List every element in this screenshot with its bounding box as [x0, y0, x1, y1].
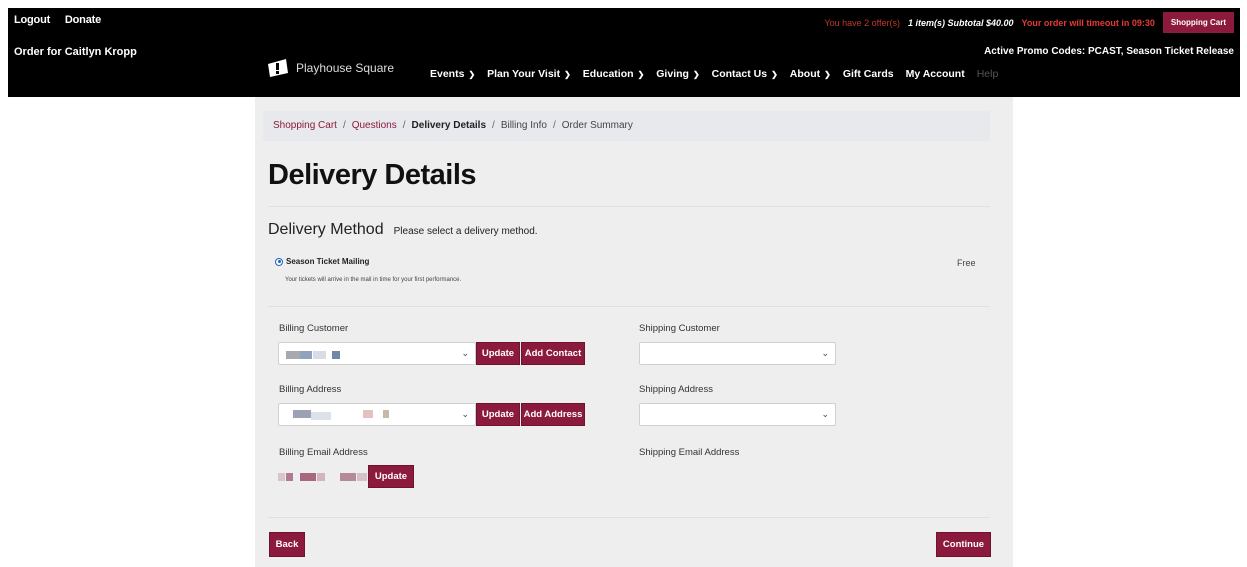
update-billing-email-button[interactable]: Update — [368, 465, 414, 488]
delivery-method-title: Delivery Method — [268, 221, 384, 238]
utility-links: Logout Donate — [14, 14, 113, 26]
cart-subtotal: 1 item(s) Subtotal $40.00 — [907, 17, 1014, 28]
brand-name: Playhouse Square — [296, 61, 395, 75]
breadcrumb-separator: / — [342, 120, 346, 131]
nav-contact-label: Contact Us — [711, 68, 768, 80]
chevron-down-icon: ❯ — [637, 69, 645, 79]
chevron-down-icon: ⌄ — [461, 409, 469, 419]
add-contact-button[interactable]: Add Contact — [521, 342, 585, 365]
site-header: Logout Donate Order for Caitlyn Kropp Yo… — [8, 8, 1240, 97]
delivery-option-description: Your tickets will arrive in the mail in … — [285, 277, 462, 283]
nav-help[interactable]: Help — [977, 68, 999, 80]
shipping-customer-label: Shipping Customer — [639, 323, 720, 334]
redacted-email — [300, 473, 316, 481]
divider — [268, 206, 990, 207]
redacted-email — [286, 473, 293, 481]
redacted-email — [357, 473, 367, 481]
redacted-value — [293, 410, 311, 418]
chevron-down-icon: ⌄ — [821, 409, 829, 419]
radio-selected-icon[interactable] — [275, 257, 283, 266]
nav-events[interactable]: Events ❯ — [430, 68, 475, 80]
breadcrumb-separator: / — [492, 120, 495, 131]
order-for-label: Order for Caitlyn Kropp — [14, 46, 137, 58]
nav-education-label: Education — [582, 68, 634, 80]
divider — [268, 306, 990, 307]
billing-address-label: Billing Address — [279, 384, 342, 395]
chevron-down-icon: ❯ — [564, 69, 571, 79]
nav-education[interactable]: Education ❯ — [583, 68, 644, 80]
breadcrumb: Shopping Cart / Questions / Delivery Details… — [263, 111, 990, 141]
nav-gift-cards[interactable]: Gift Cards — [843, 68, 894, 80]
redacted-value — [311, 412, 331, 420]
chevron-down-icon: ❯ — [468, 69, 476, 79]
breadcrumb-shopping-cart[interactable]: Shopping Cart — [273, 120, 337, 131]
page-title: Delivery Details — [268, 159, 477, 191]
playhouse-logo-icon — [268, 59, 288, 77]
breadcrumb-questions[interactable]: Questions — [352, 120, 397, 131]
redacted-value — [313, 351, 326, 359]
back-button[interactable]: Back — [269, 532, 305, 557]
nav-giving-label: Giving — [656, 68, 689, 80]
delivery-method-subtitle: Please select a delivery method. — [393, 226, 538, 237]
chevron-down-icon: ⌄ — [461, 348, 469, 358]
nav-my-account[interactable]: My Account — [906, 68, 965, 80]
chevron-down-icon: ❯ — [824, 69, 831, 79]
offers-link[interactable]: You have 2 offer(s) — [824, 18, 900, 28]
billing-customer-label: Billing Customer — [279, 323, 349, 334]
delivery-option-season-ticket-mailing[interactable]: Season Ticket Mailing — [275, 257, 369, 266]
redacted-value — [383, 410, 389, 418]
redacted-value — [300, 351, 312, 359]
nav-about-label: About — [789, 68, 821, 80]
shipping-customer-select[interactable]: ⌄ — [639, 342, 836, 365]
shopping-cart-button[interactable]: Shopping Cart — [1162, 12, 1234, 33]
site-logo[interactable]: Playhouse Square — [266, 58, 394, 78]
add-address-button[interactable]: Add Address — [521, 403, 585, 426]
redacted-email — [317, 473, 325, 481]
delivery-option-label: Season Ticket Mailing — [286, 257, 370, 266]
breadcrumb-billing-info: Billing Info — [500, 120, 547, 131]
nav-plan-label: Plan Your Visit — [487, 68, 561, 80]
chevron-down-icon: ❯ — [771, 69, 778, 79]
continue-button[interactable]: Continue — [936, 532, 991, 557]
delivery-option-price: Free — [957, 258, 976, 268]
breadcrumb-separator: / — [552, 120, 556, 131]
billing-customer-select[interactable]: ⌄ — [278, 342, 476, 365]
divider — [268, 517, 990, 518]
nav-events-label: Events — [430, 68, 465, 80]
redacted-value — [332, 351, 340, 359]
promo-codes: Active Promo Codes: PCAST, Season Ticket… — [984, 46, 1234, 57]
shipping-address-label: Shipping Address — [639, 384, 713, 395]
donate-link[interactable]: Donate — [65, 14, 101, 26]
nav-contact-us[interactable]: Contact Us ❯ — [712, 68, 778, 80]
breadcrumb-delivery-details: Delivery Details — [411, 120, 487, 131]
shipping-email-label: Shipping Email Address — [639, 447, 740, 458]
delivery-method-header: Delivery Method Please select a delivery… — [268, 221, 538, 239]
billing-address-select[interactable]: ⌄ — [278, 403, 476, 426]
checkout-panel: Shopping Cart / Questions / Delivery Details… — [255, 97, 1013, 567]
breadcrumb-separator: / — [402, 120, 406, 131]
logout-link[interactable]: Logout — [14, 14, 50, 26]
redacted-email — [278, 473, 285, 481]
billing-email-label: Billing Email Address — [279, 447, 368, 458]
update-billing-address-button[interactable]: Update — [476, 403, 520, 426]
breadcrumb-order-summary: Order Summary — [561, 120, 633, 131]
chevron-down-icon: ❯ — [692, 69, 700, 79]
update-billing-customer-button[interactable]: Update — [476, 342, 520, 365]
cart-status: You have 2 offer(s) 1 item(s) Subtotal $… — [824, 12, 1234, 33]
nav-giving[interactable]: Giving ❯ — [656, 68, 699, 80]
chevron-down-icon: ⌄ — [821, 348, 829, 358]
order-timeout: Your order will timeout in 09:30 — [1021, 17, 1155, 28]
redacted-value — [286, 351, 300, 359]
redacted-email — [340, 473, 356, 481]
main-nav: Events ❯ Plan Your Visit ❯ Education ❯ Givi… — [430, 68, 1010, 80]
redacted-value — [363, 410, 373, 418]
shipping-address-select[interactable]: ⌄ — [639, 403, 836, 426]
nav-about[interactable]: About ❯ — [790, 68, 831, 80]
nav-plan-your-visit[interactable]: Plan Your Visit ❯ — [487, 68, 571, 80]
